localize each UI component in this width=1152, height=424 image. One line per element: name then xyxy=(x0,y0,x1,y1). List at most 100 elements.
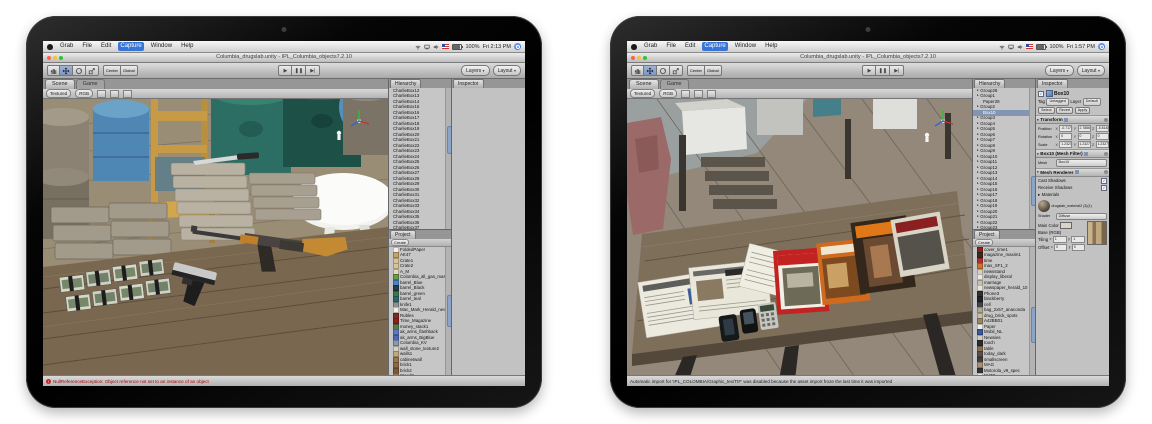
rotate-tool-button[interactable] xyxy=(657,65,670,76)
offset-y-field[interactable]: 0 xyxy=(1072,244,1085,251)
window-title-bar[interactable]: Columbia_drugslab.unity - IPL_Columbia_o… xyxy=(43,53,525,63)
gear-icon[interactable] xyxy=(1104,118,1108,122)
menu-item[interactable]: Capture xyxy=(702,42,727,51)
apple-menu-icon[interactable] xyxy=(631,44,637,50)
scale-z-field[interactable]: 1.232778 xyxy=(1096,141,1109,148)
light-gizmo-icon[interactable] xyxy=(337,131,341,140)
gray-barrel-right[interactable] xyxy=(343,99,388,155)
pause-button[interactable]: ❚❚ xyxy=(292,65,306,76)
scale-y-field[interactable]: 1.232778 xyxy=(1078,141,1091,148)
foldout-triangle-icon[interactable]: ▸ xyxy=(1038,192,1040,198)
zoom-window-button[interactable] xyxy=(643,56,647,60)
battery-icon[interactable] xyxy=(452,44,462,50)
step-button[interactable]: ▶| xyxy=(890,65,904,76)
tab-project[interactable]: Project xyxy=(974,230,1000,239)
spotlight-icon[interactable] xyxy=(514,43,521,50)
mesh-field[interactable]: Box10 xyxy=(1056,159,1108,167)
mesh-filter-component-header[interactable]: ▾ Box10 (Mesh Filter) xyxy=(1036,149,1109,158)
tab-inspector[interactable]: Inspector xyxy=(453,79,484,88)
tab-hierarchy[interactable]: Hierarchy xyxy=(974,79,1005,88)
calculator[interactable] xyxy=(757,302,778,330)
scale-tool-button[interactable] xyxy=(670,65,683,76)
step-button[interactable]: ▶| xyxy=(306,65,320,76)
tab-project[interactable]: Project xyxy=(390,230,416,239)
mesh-renderer-component-header[interactable]: ▾ Mesh Renderer xyxy=(1036,168,1109,177)
rotation-z-field[interactable]: 0 xyxy=(1096,133,1109,140)
minimize-window-button[interactable] xyxy=(637,56,641,60)
menu-clock[interactable]: Fri 2:13 PM xyxy=(483,44,511,50)
lighting-toggle[interactable] xyxy=(681,90,690,98)
us-flag-icon[interactable] xyxy=(1026,44,1033,49)
display-icon[interactable] xyxy=(424,44,430,50)
draw-mode-dropdown[interactable]: Textured xyxy=(630,89,655,98)
gizmos-toggle[interactable] xyxy=(123,90,132,98)
help-icon[interactable] xyxy=(1064,118,1068,122)
tab-inspector[interactable]: Inspector xyxy=(1037,79,1068,88)
scrollbar-thumb[interactable] xyxy=(447,295,452,327)
space-toggle[interactable]: Global xyxy=(705,65,722,76)
menu-item[interactable]: Grab xyxy=(58,42,75,51)
receive-shadows-checkbox[interactable]: ✓ xyxy=(1101,185,1107,191)
hand-tool-button[interactable] xyxy=(47,65,60,76)
scene-viewport[interactable] xyxy=(43,99,388,375)
scale-x-field[interactable]: 1.232778 xyxy=(1059,141,1072,148)
tiling-x-field[interactable]: 1 xyxy=(1053,236,1067,243)
base-texture-thumbnail[interactable] xyxy=(1087,221,1107,245)
rotation-x-field[interactable]: 0 xyxy=(1059,133,1072,140)
pivot-toggle[interactable]: Center xyxy=(687,65,705,76)
rotate-tool-button[interactable] xyxy=(73,65,86,76)
scrollbar-thumb[interactable] xyxy=(1031,307,1036,343)
menu-item[interactable]: Window xyxy=(733,42,758,51)
project-asset-item[interactable]: Wood2 xyxy=(389,374,446,376)
rotation-y-field[interactable]: 0 xyxy=(1078,133,1091,140)
spotlight-icon[interactable] xyxy=(1098,43,1105,50)
hierarchy-item[interactable]: Group23 xyxy=(973,226,1030,230)
volume-icon[interactable] xyxy=(1017,44,1023,50)
space-toggle[interactable]: Global xyxy=(121,65,138,76)
project-list[interactable]: cover_time1magazine_maxim1timemax_SF1_2n… xyxy=(973,247,1035,375)
move-tool-button[interactable] xyxy=(644,65,657,76)
menu-item[interactable]: File xyxy=(80,42,94,51)
close-window-button[interactable] xyxy=(631,56,635,60)
status-bar[interactable]: ! NullReferenceException: Object referen… xyxy=(43,375,525,386)
main-color-swatch[interactable] xyxy=(1060,222,1072,229)
battery-icon[interactable] xyxy=(1036,44,1046,50)
layers-dropdown[interactable]: Layers ▾ xyxy=(1045,65,1073,76)
fx-toggle[interactable] xyxy=(694,90,703,98)
move-tool-button[interactable] xyxy=(60,65,73,76)
pivot-toggle[interactable]: Center xyxy=(103,65,121,76)
shader-dropdown[interactable]: Diffuse xyxy=(1056,213,1108,221)
tag-dropdown[interactable]: Untagged xyxy=(1046,98,1068,106)
us-flag-icon[interactable] xyxy=(442,44,449,49)
position-z-field[interactable]: -5.8148165 xyxy=(1096,125,1109,132)
foldout-triangle-icon[interactable]: ▾ xyxy=(1037,152,1039,156)
help-icon[interactable] xyxy=(1084,152,1088,156)
menu-item[interactable]: Window xyxy=(149,42,174,51)
menu-item[interactable]: Help xyxy=(179,42,195,51)
tab-game[interactable]: Game xyxy=(660,79,689,89)
scrollbar-thumb[interactable] xyxy=(1031,176,1036,206)
offset-x-field[interactable]: 0 xyxy=(1054,244,1067,251)
project-asset-item[interactable]: NYT2 xyxy=(973,374,1030,376)
tiling-y-field[interactable]: 1 xyxy=(1071,236,1085,243)
render-channels-dropdown[interactable]: RGB xyxy=(75,89,93,98)
hierarchy-list[interactable]: Group28Group1Paper28Group2Box10Group3Gro… xyxy=(973,88,1035,229)
zoom-window-button[interactable] xyxy=(59,56,63,60)
display-icon[interactable] xyxy=(1008,44,1014,50)
fx-toggle[interactable] xyxy=(110,90,119,98)
scrollbar[interactable] xyxy=(445,88,451,229)
create-dropdown[interactable]: Create xyxy=(391,239,409,247)
draw-mode-dropdown[interactable]: Textured xyxy=(46,89,71,98)
scale-tool-button[interactable] xyxy=(86,65,99,76)
scrollbar[interactable] xyxy=(1029,247,1035,375)
scrollbar[interactable] xyxy=(445,247,451,375)
render-channels-dropdown[interactable]: RGB xyxy=(659,89,677,98)
position-y-field[interactable]: 2.7886057 xyxy=(1078,125,1091,132)
status-bar[interactable]: Automatic import for 'IPL_COLOMBIA/Graph… xyxy=(627,375,1109,386)
play-button[interactable]: ▶ xyxy=(862,65,876,76)
window-title-bar[interactable]: Columbia_drugslab.unity - IPL_Columbia_o… xyxy=(627,53,1109,63)
tab-hierarchy[interactable]: Hierarchy xyxy=(390,79,421,88)
project-list[interactable]: FoldedPaperAK47Crate1Crate2A_MColombia_a… xyxy=(389,247,451,375)
foldout-triangle-icon[interactable]: ▾ xyxy=(1037,118,1039,122)
tab-game[interactable]: Game xyxy=(76,79,105,89)
